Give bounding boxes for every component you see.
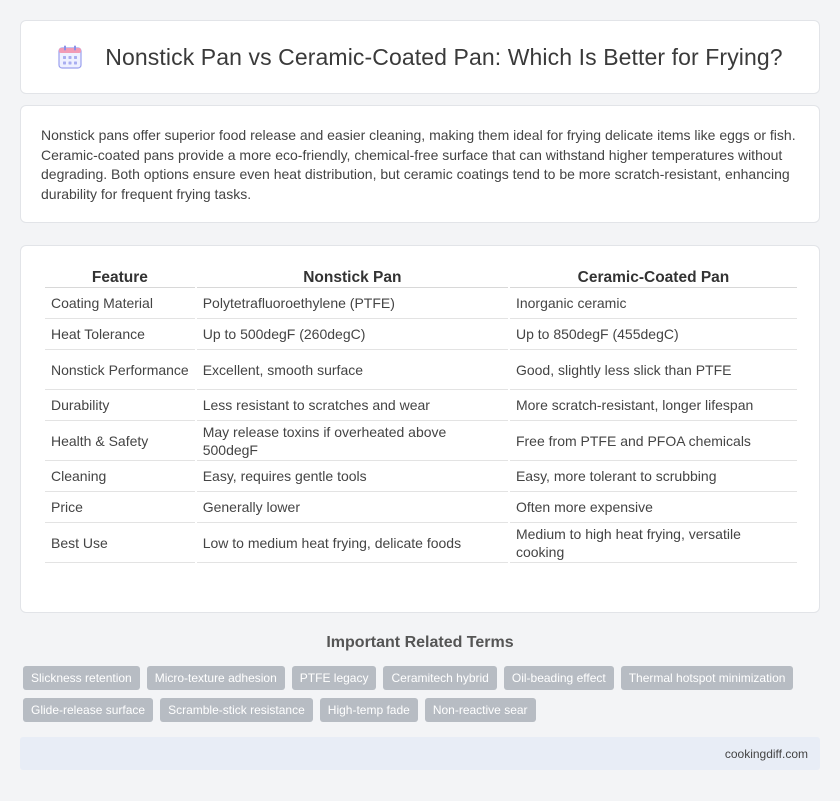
column-header: Nonstick Pan [196, 266, 508, 288]
header-card: Nonstick Pan vs Ceramic-Coated Pan: Whic… [20, 20, 820, 94]
table-row: Cleaning Easy, requires gentle tools Eas… [45, 461, 797, 492]
calendar-icon [57, 44, 83, 70]
table-cell: Coating Material [45, 288, 195, 319]
table-cell: Heat Tolerance [45, 319, 195, 350]
tag-micro-texture-adhesion[interactable]: Micro-texture adhesion [146, 666, 285, 690]
table-cell: May release toxins if overheated above 5… [196, 421, 508, 461]
table-cell: Durability [45, 390, 195, 421]
table-cell: Up to 500degF (260degC) [196, 319, 508, 350]
table-row: Coating Material Polytetrafluoroethylene… [45, 288, 797, 319]
column-header: Ceramic-Coated Pan [509, 266, 797, 288]
table-cell: Good, slightly less slick than PTFE [509, 350, 797, 390]
table-row: Health & Safety May release toxins if ov… [45, 421, 797, 461]
header: Nonstick Pan vs Ceramic-Coated Pan: Whic… [57, 43, 783, 71]
footer-site-link[interactable]: cookingdiff.com [725, 747, 808, 761]
table-row: Heat Tolerance Up to 500degF (260degC) U… [45, 319, 797, 350]
table-cell: Generally lower [196, 492, 508, 523]
table-cell: Often more expensive [509, 492, 797, 523]
tag-ptfe-legacy[interactable]: PTFE legacy [291, 666, 377, 690]
table-row: Price Generally lower Often more expensi… [45, 492, 797, 523]
table-cell: More scratch-resistant, longer lifespan [509, 390, 797, 421]
tag-glide-release-surface[interactable]: Glide-release surface [23, 698, 154, 722]
table-cell: Medium to high heat frying, versatile co… [509, 523, 797, 563]
intro-text: Nonstick pans offer superior food releas… [41, 127, 796, 202]
column-header: Feature [45, 266, 195, 288]
intro-card: Nonstick pans offer superior food releas… [20, 105, 820, 223]
page-title: Nonstick Pan vs Ceramic-Coated Pan: Whic… [105, 43, 783, 70]
related-terms-tags: Slickness retention Micro-texture adhesi… [23, 666, 803, 722]
table-cell: Free from PTFE and PFOA chemicals [509, 421, 797, 461]
comparison-table-card: Feature Nonstick Pan Ceramic-Coated Pan … [20, 245, 820, 613]
tag-slickness-retention[interactable]: Slickness retention [23, 666, 140, 690]
table-cell: Easy, requires gentle tools [196, 461, 508, 492]
table-row: Nonstick Performance Excellent, smooth s… [45, 350, 797, 390]
table-cell: Cleaning [45, 461, 195, 492]
table-cell: Inorganic ceramic [509, 288, 797, 319]
table-cell: Easy, more tolerant to scrubbing [509, 461, 797, 492]
table-row: Best Use Low to medium heat frying, deli… [45, 523, 797, 563]
table-cell: Up to 850degF (455degC) [509, 319, 797, 350]
table-cell: Nonstick Performance [45, 350, 195, 390]
table-row: Durability Less resistant to scratches a… [45, 390, 797, 421]
table-cell: Polytetrafluoroethylene (PTFE) [196, 288, 508, 319]
footer: cookingdiff.com [20, 737, 820, 770]
related-terms-title: Important Related Terms [326, 634, 514, 651]
tag-ceramitech-hybrid[interactable]: Ceramitech hybrid [383, 666, 497, 690]
tag-scramble-stick-resistance[interactable]: Scramble-stick resistance [160, 698, 313, 722]
table-header-row: Feature Nonstick Pan Ceramic-Coated Pan [45, 266, 797, 288]
table-cell: Less resistant to scratches and wear [196, 390, 508, 421]
tag-thermal-hotspot-minimization[interactable]: Thermal hotspot minimization [620, 666, 794, 690]
table-cell: Best Use [45, 523, 195, 563]
comparison-table: Feature Nonstick Pan Ceramic-Coated Pan … [43, 266, 799, 563]
table-cell: Low to medium heat frying, delicate food… [196, 523, 508, 563]
tag-high-temp-fade[interactable]: High-temp fade [319, 698, 418, 722]
tag-non-reactive-sear[interactable]: Non-reactive sear [424, 698, 536, 722]
table-cell: Excellent, smooth surface [196, 350, 508, 390]
tag-oil-beading-effect[interactable]: Oil-beading effect [503, 666, 614, 690]
table-cell: Health & Safety [45, 421, 195, 461]
table-cell: Price [45, 492, 195, 523]
